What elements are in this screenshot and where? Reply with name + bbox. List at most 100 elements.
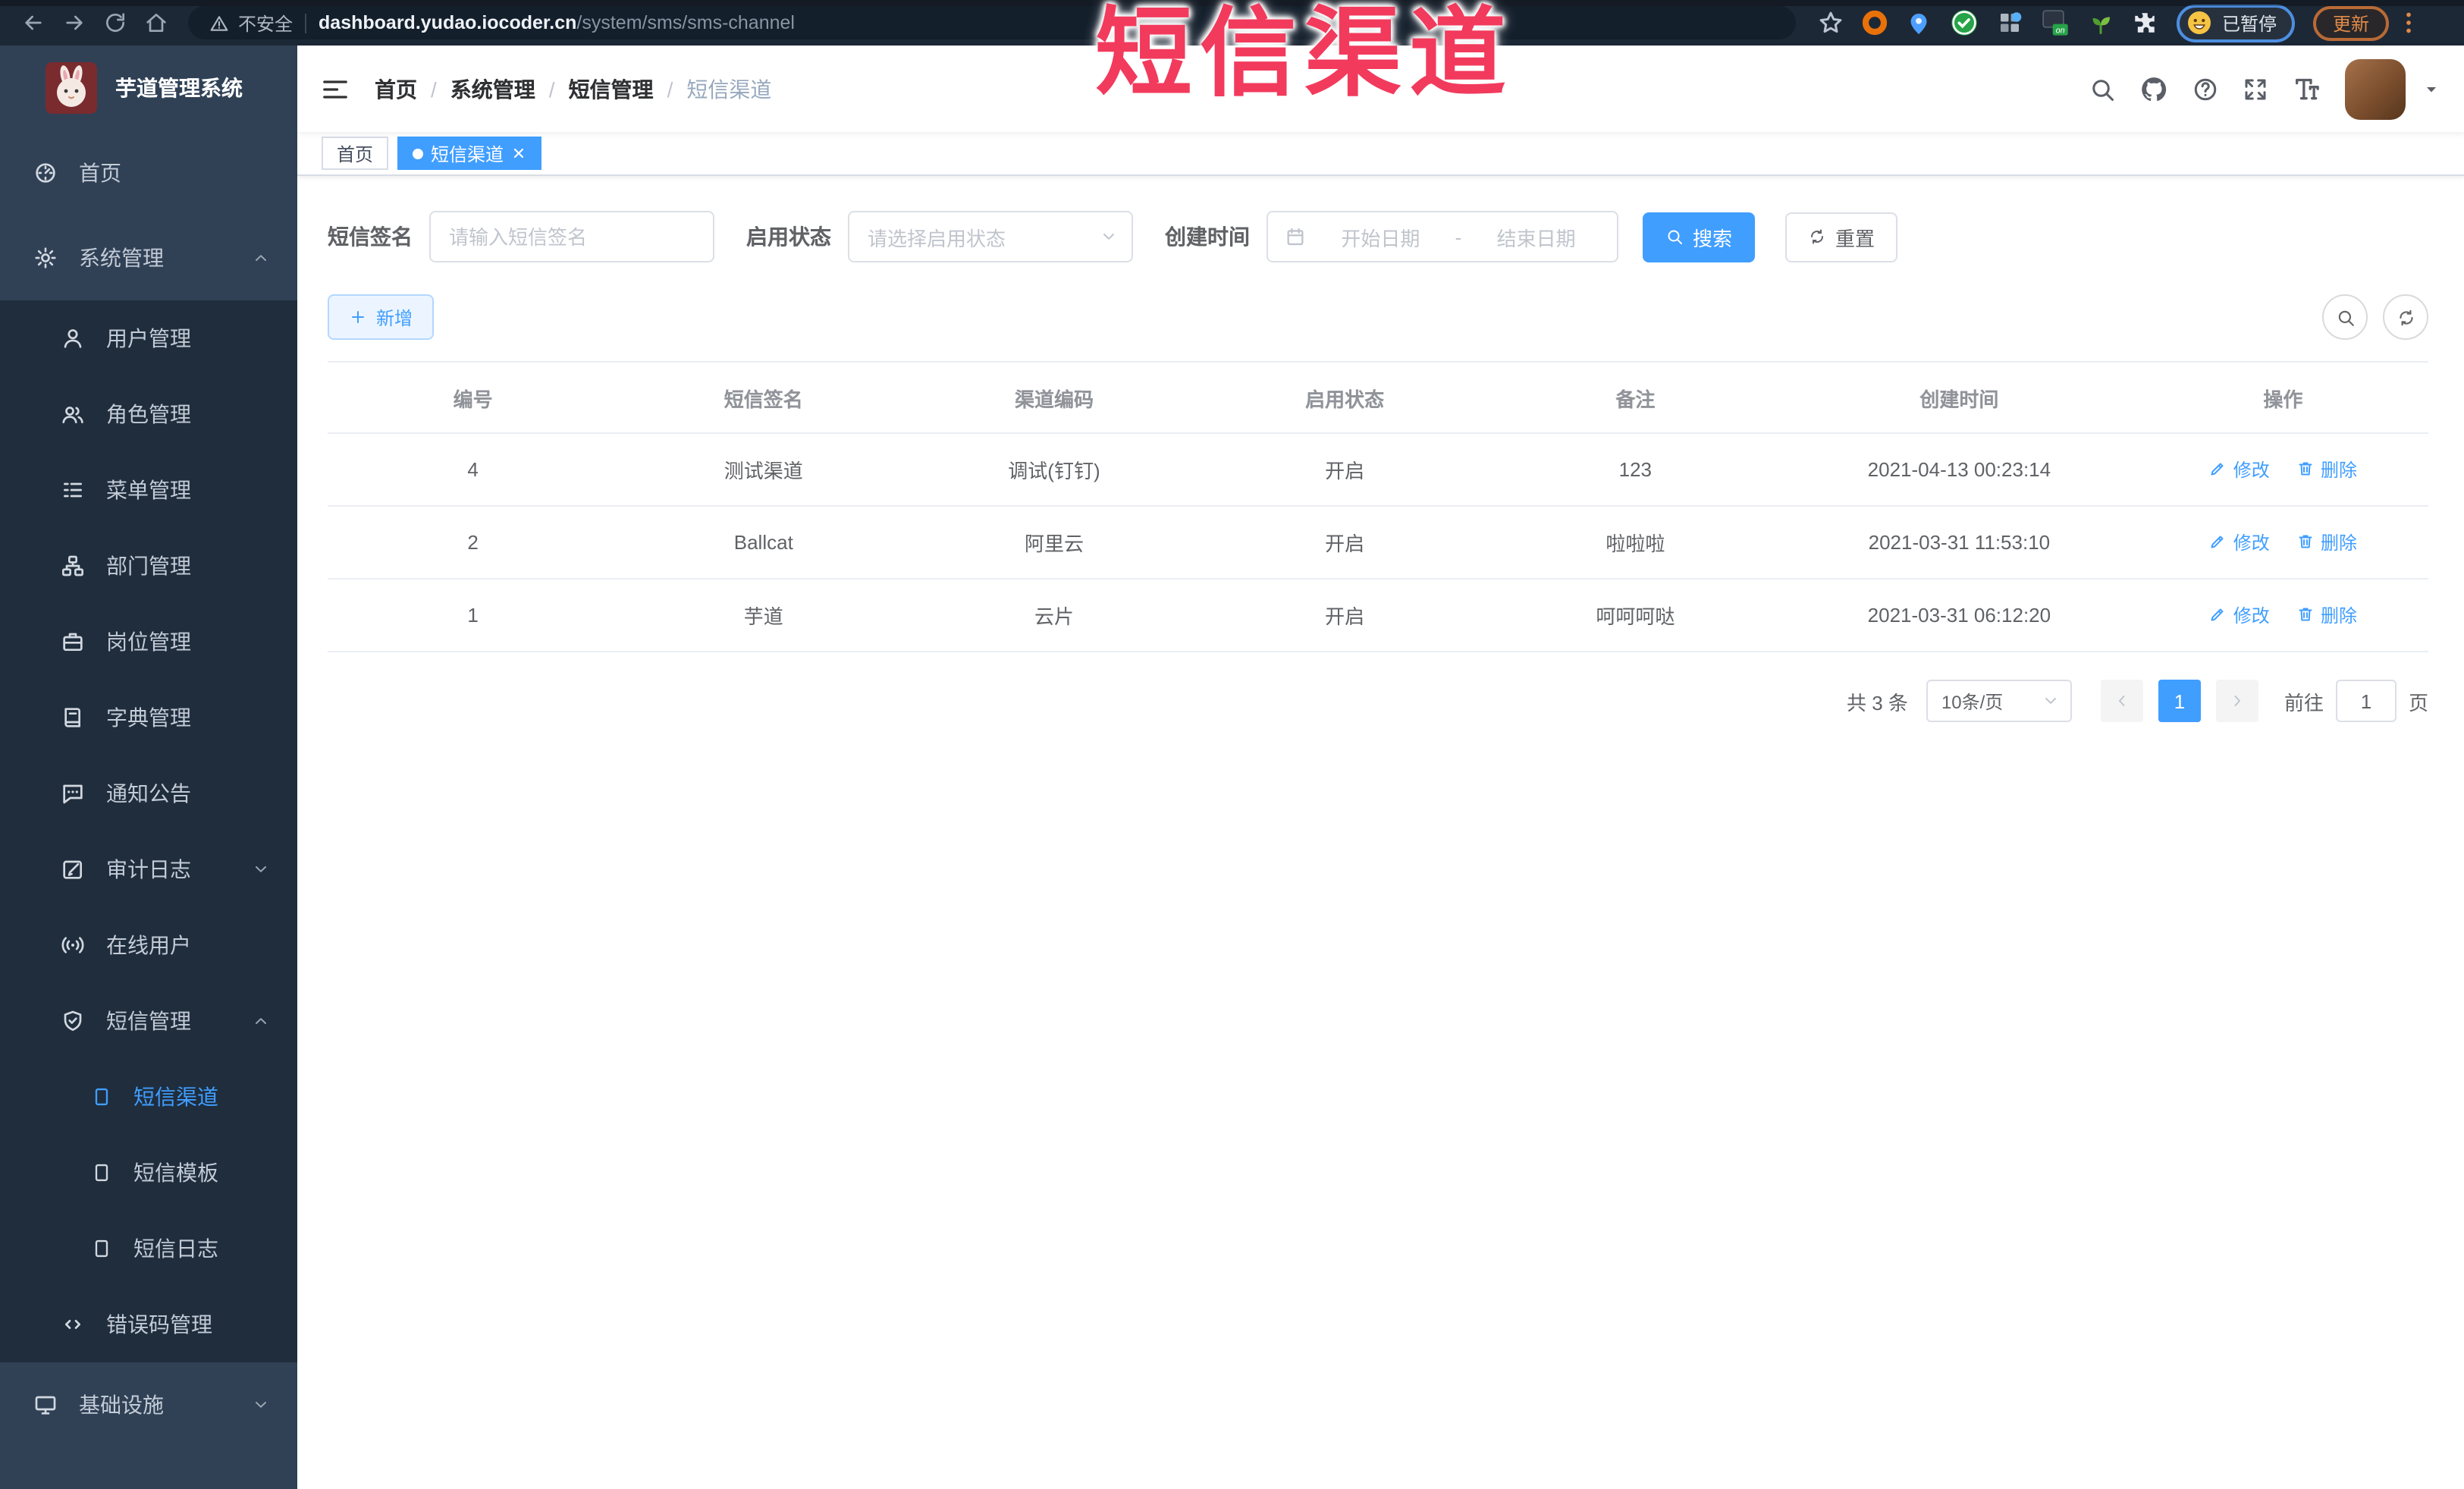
breadcrumb-home[interactable]: 首页 — [375, 74, 417, 104]
extension-on-badge-icon[interactable]: on — [2040, 8, 2070, 38]
edit-link[interactable]: 修改 — [2209, 529, 2270, 555]
add-button[interactable]: 新增 — [328, 294, 435, 340]
breadcrumb-system[interactable]: 系统管理 — [450, 74, 535, 104]
cell-id: 1 — [328, 579, 619, 652]
sidebar-item-user-management[interactable]: 用户管理 — [0, 300, 297, 376]
sidebar-item-menu-management[interactable]: 菜单管理 — [0, 452, 297, 528]
sidebar-item-label: 短信渠道 — [133, 1085, 218, 1109]
sidebar-item-post-management[interactable]: 岗位管理 — [0, 604, 297, 680]
sidebar-item-system-management[interactable]: 系统管理 — [0, 215, 297, 300]
tab-sms-channel[interactable]: 短信渠道 — [397, 137, 542, 170]
sidebar-item-error-code[interactable]: 错误码管理 — [0, 1286, 297, 1362]
browser-toolbar: 不安全 dashboard.yudao.iocoder.cn/system/sm… — [0, 0, 2464, 46]
cell-status: 开启 — [1199, 506, 1490, 580]
sidebar-item-label: 菜单管理 — [106, 478, 191, 502]
doc-icon — [91, 1238, 112, 1259]
fullscreen-icon[interactable] — [2242, 75, 2269, 102]
chevron-left-icon — [2113, 692, 2131, 710]
sidebar-item-infrastructure[interactable]: 基础设施 — [0, 1362, 297, 1447]
sidebar-item-dict-management[interactable]: 字典管理 — [0, 680, 297, 755]
edit-square-icon — [61, 857, 85, 881]
logo-rabbit-icon — [46, 62, 97, 114]
sidebar-item-label: 系统管理 — [79, 246, 164, 270]
comment-icon — [61, 781, 85, 806]
header-search-icon[interactable] — [2089, 75, 2116, 102]
shield-icon — [61, 1009, 85, 1033]
address-bar[interactable]: 不安全 dashboard.yudao.iocoder.cn/system/sm… — [188, 6, 1796, 39]
sidebar-item-role-management[interactable]: 角色管理 — [0, 376, 297, 452]
help-icon[interactable] — [2192, 75, 2219, 102]
extensions-puzzle-icon[interactable] — [2131, 9, 2158, 36]
cell-created: 2021-03-31 06:12:20 — [1780, 579, 2138, 652]
github-icon[interactable] — [2139, 74, 2169, 104]
doc-icon — [91, 1162, 112, 1183]
page-number-button[interactable]: 1 — [2158, 680, 2201, 722]
date-range-picker[interactable]: 开始日期 - 结束日期 — [1267, 211, 1618, 262]
sidebar-item-sms-log[interactable]: 短信日志 — [0, 1211, 297, 1286]
calendar-icon — [1285, 226, 1306, 247]
cell-created: 2021-03-31 11:53:10 — [1780, 506, 2138, 580]
close-icon[interactable] — [511, 146, 526, 161]
refresh-table-button[interactable] — [2383, 294, 2428, 340]
edit-link[interactable]: 修改 — [2209, 457, 2270, 482]
breadcrumb-separator: / — [548, 77, 555, 101]
breadcrumb-sms[interactable]: 短信管理 — [569, 74, 654, 104]
browser-forward-button[interactable] — [53, 2, 94, 43]
sidebar-item-label: 字典管理 — [106, 705, 191, 730]
extension-sprout-icon[interactable] — [2087, 9, 2114, 36]
sidebar-logo[interactable]: 芋道管理系统 — [0, 46, 297, 130]
next-page-button[interactable] — [2215, 680, 2258, 722]
extension-check-badge-icon[interactable] — [1949, 8, 1979, 38]
book-icon — [61, 705, 85, 730]
sidebar-toggle-hamburger-icon[interactable] — [320, 74, 350, 104]
sidebar-item-sms-template[interactable]: 短信模板 — [0, 1135, 297, 1211]
user-avatar[interactable] — [2345, 58, 2406, 119]
sidebar-item-online-users[interactable]: 在线用户 — [0, 907, 297, 983]
sidebar-item-label: 角色管理 — [106, 402, 191, 426]
sidebar-item-sms-management[interactable]: 短信管理 — [0, 983, 297, 1059]
browser-reload-button[interactable] — [94, 2, 135, 43]
sidebar-item-dept-management[interactable]: 部门管理 — [0, 528, 297, 604]
sidebar-item-label: 通知公告 — [106, 781, 191, 806]
tab-home[interactable]: 首页 — [322, 137, 389, 170]
range-separator: - — [1455, 225, 1462, 248]
url-divider — [305, 13, 307, 33]
delete-link[interactable]: 删除 — [2296, 457, 2357, 482]
browser-update-button[interactable]: 更新 — [2313, 5, 2390, 40]
security-indicator[interactable]: 不安全 — [209, 10, 293, 36]
browser-home-button[interactable] — [135, 2, 176, 43]
search-button[interactable]: 搜索 — [1643, 212, 1756, 262]
browser-profile-chip[interactable]: 已暂停 — [2177, 4, 2296, 42]
sidebar-item-label: 审计日志 — [106, 857, 191, 881]
browser-back-button[interactable] — [12, 2, 53, 43]
caret-down-icon[interactable] — [2422, 80, 2440, 98]
sidebar-item-sms-channel[interactable]: 短信渠道 — [0, 1059, 297, 1135]
search-icon — [2335, 307, 2355, 327]
extension-grid-icon[interactable] — [1996, 9, 2023, 36]
col-created: 创建时间 — [1780, 361, 2138, 434]
sidebar-item-home[interactable]: 首页 — [0, 130, 297, 215]
col-remark: 备注 — [1489, 361, 1781, 434]
plus-icon — [349, 308, 367, 326]
breadcrumb-separator: / — [431, 77, 437, 101]
status-select[interactable]: 请选择启用状态 — [848, 211, 1133, 262]
goto-page-input[interactable] — [2335, 680, 2397, 722]
prev-page-button[interactable] — [2100, 680, 2143, 722]
reset-button[interactable]: 重置 — [1785, 212, 1898, 262]
toggle-search-button[interactable] — [2322, 294, 2368, 340]
delete-link[interactable]: 删除 — [2296, 529, 2357, 555]
sign-input[interactable] — [429, 211, 714, 262]
font-size-icon[interactable] — [2292, 74, 2322, 104]
extension-orange-ring-icon[interactable] — [1861, 9, 1888, 36]
extension-pin-icon[interactable] — [1905, 9, 1932, 36]
delete-link[interactable]: 删除 — [2296, 602, 2357, 628]
users-icon — [61, 402, 85, 426]
browser-menu-kebab-icon[interactable] — [2395, 9, 2422, 36]
sidebar-item-notice[interactable]: 通知公告 — [0, 755, 297, 831]
sidebar: 芋道管理系统 首页 系统管理 用户管理 角色管理 菜单管理 部门管理 岗位管理 … — [0, 46, 297, 1489]
page-size-select[interactable]: 10条/页 — [1926, 680, 2072, 722]
sidebar-item-audit-log[interactable]: 审计日志 — [0, 831, 297, 907]
edit-link[interactable]: 修改 — [2209, 602, 2270, 628]
col-actions: 操作 — [2137, 361, 2428, 434]
bookmark-star-icon[interactable] — [1817, 9, 1844, 36]
